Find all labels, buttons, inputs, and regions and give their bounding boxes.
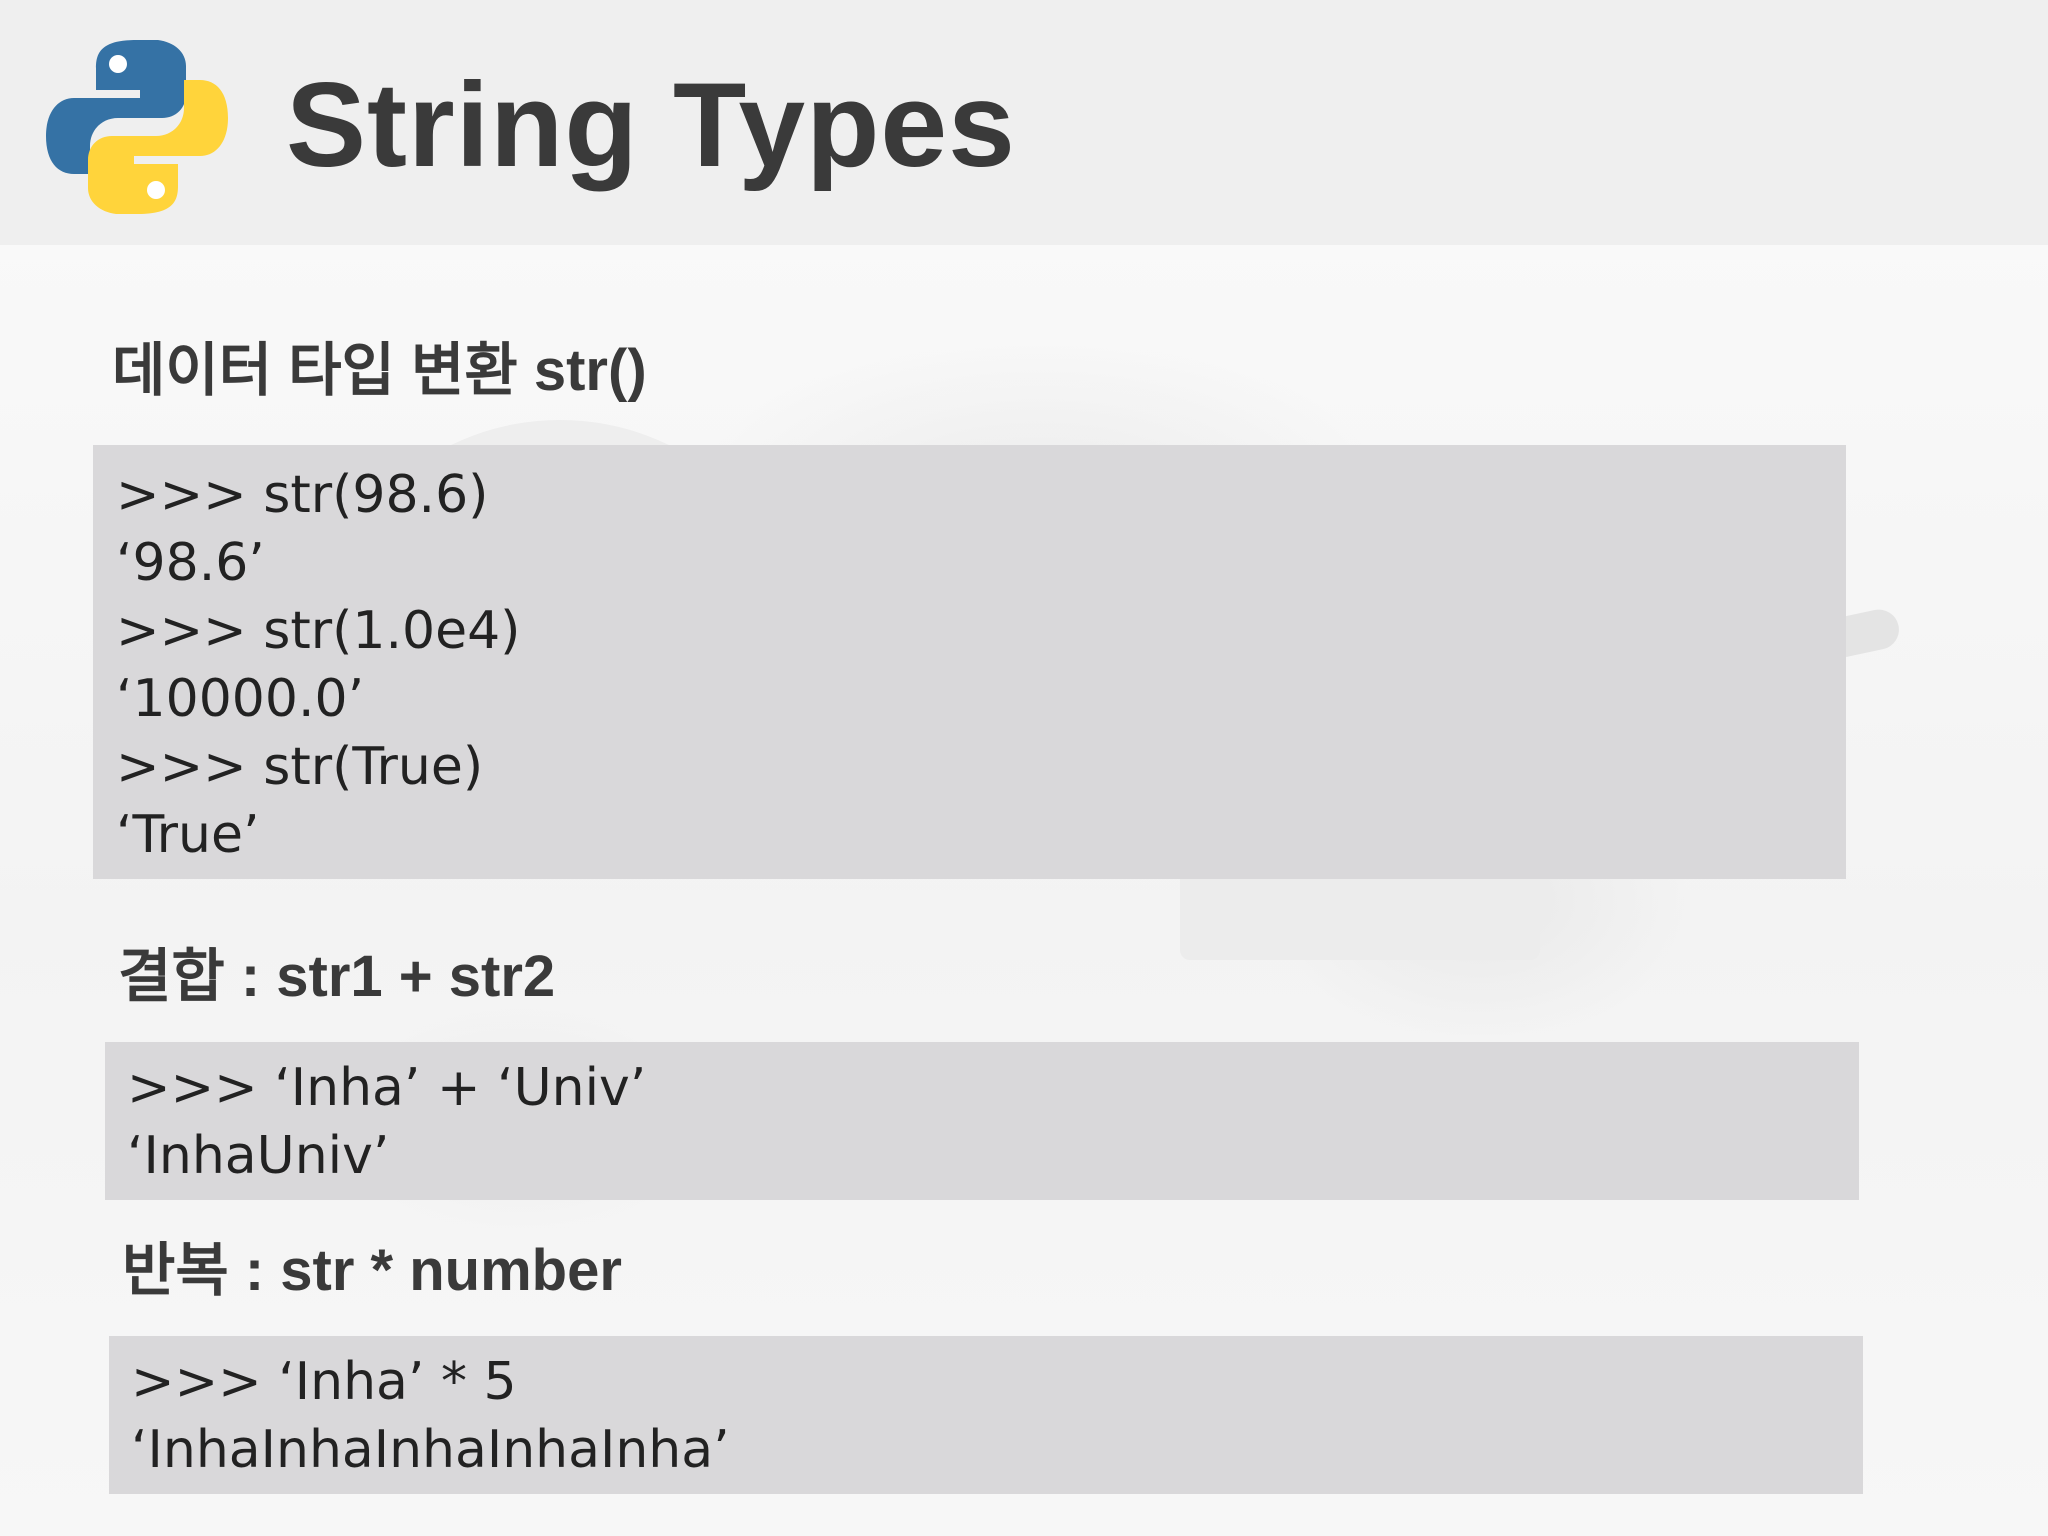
code-block-concatenation: >>> ‘Inha’ + ‘Univ’ ‘InhaUniv’ [105, 1042, 1859, 1200]
section-heading-concatenation: 결합 : str1 + str2 [118, 944, 556, 1009]
code-line: >>> ‘Inha’ * 5 [131, 1352, 517, 1412]
slide-header: String Types [0, 0, 2048, 245]
code-line: ‘InhaUniv’ [127, 1126, 390, 1186]
section-heading-repetition: 반복 : str * number [122, 1238, 622, 1303]
code-line: ‘InhaInhaInhaInhaInha’ [131, 1420, 730, 1480]
code-block-repetition: >>> ‘Inha’ * 5 ‘InhaInhaInhaInhaInha’ [109, 1336, 1863, 1494]
code-line: >>> ‘Inha’ + ‘Univ’ [127, 1058, 647, 1118]
code-line: ‘True’ [116, 805, 260, 865]
code-line: ‘10000.0’ [116, 669, 365, 729]
section-heading-type-conversion: 데이터 타입 변환 str() [112, 338, 647, 403]
code-line: >>> str(True) [116, 737, 484, 797]
code-block-type-conversion: >>> str(98.6) ‘98.6’ >>> str(1.0e4) ‘100… [93, 445, 1846, 879]
code-line: >>> str(1.0e4) [116, 601, 521, 661]
python-logo-icon [46, 40, 228, 214]
code-line: >>> str(98.6) [116, 465, 489, 525]
page-title: String Types [286, 58, 1016, 192]
code-line: ‘98.6’ [116, 533, 265, 593]
